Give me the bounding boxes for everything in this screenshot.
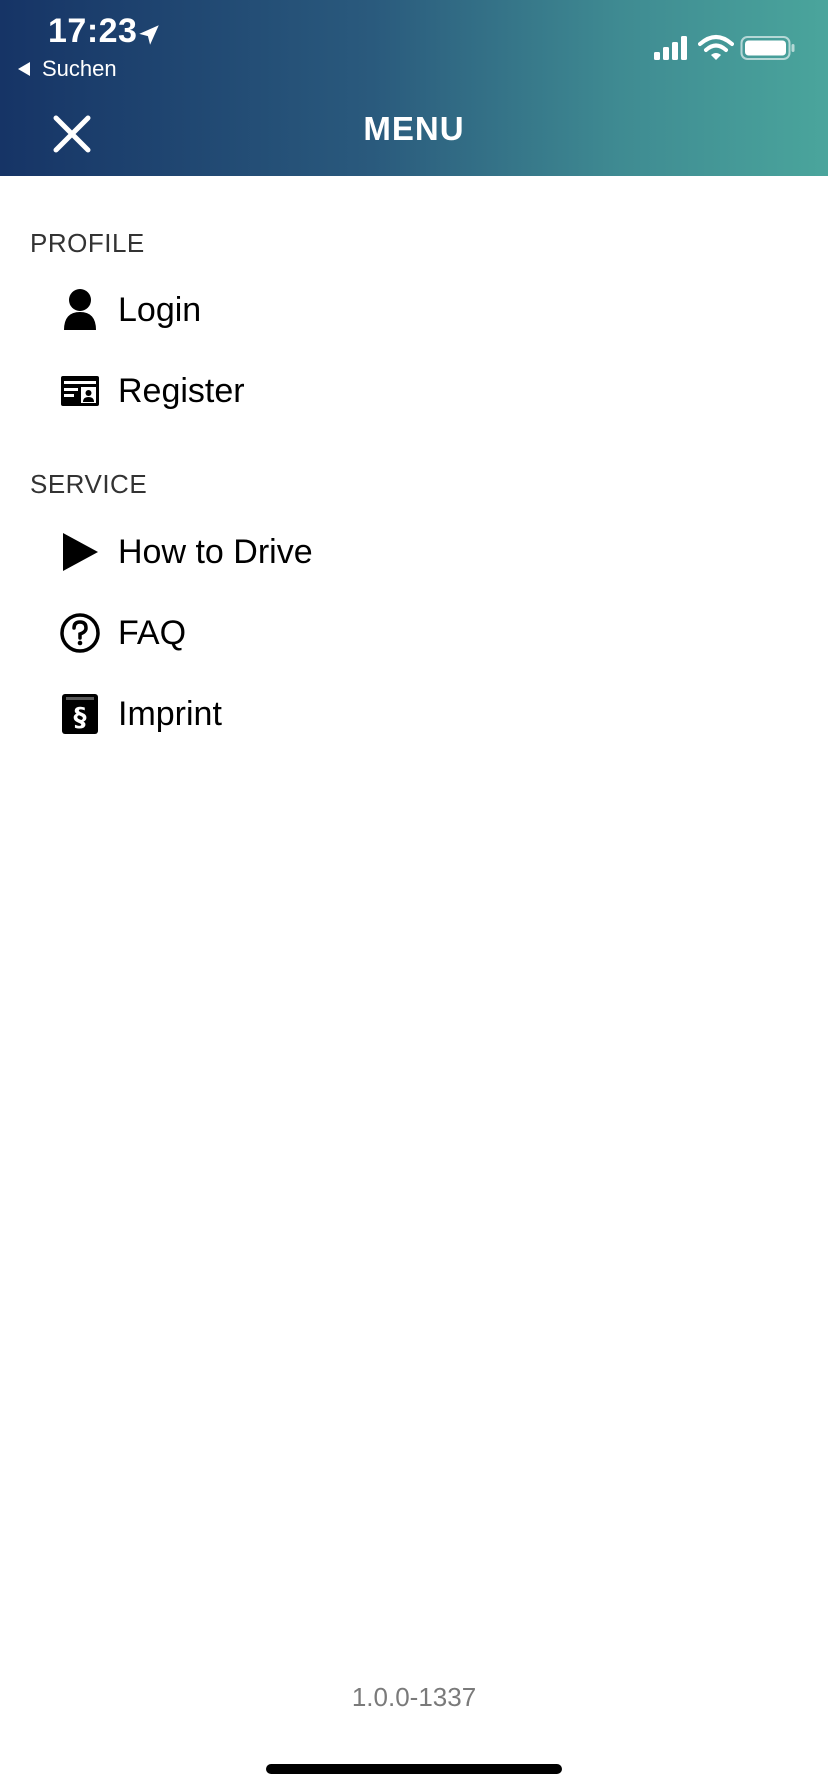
user-icon <box>58 288 102 332</box>
menu-item-label: FAQ <box>118 613 187 652</box>
back-link-label: Suchen <box>42 56 117 81</box>
wifi-icon <box>698 35 734 60</box>
menu-item-label: Register <box>118 371 245 410</box>
menu-item-register[interactable]: Register <box>58 361 245 421</box>
svg-text:§: § <box>74 703 87 733</box>
battery-icon <box>740 36 795 60</box>
menu-item-label: How to Drive <box>118 532 313 571</box>
home-indicator[interactable] <box>266 1764 562 1774</box>
menu-item-label: Login <box>118 290 202 329</box>
menu-item-how-to-drive[interactable]: How to Drive <box>58 522 313 582</box>
cellular-signal-icon <box>654 36 687 60</box>
menu-item-label: Imprint <box>118 694 222 733</box>
back-arrow-icon <box>18 62 30 76</box>
menu-item-login[interactable]: Login <box>58 280 201 340</box>
app-version: 1.0.0-1337 <box>351 1682 477 1712</box>
back-to-search-link[interactable]: Suchen <box>18 56 117 82</box>
paragraph-icon: § <box>58 692 102 736</box>
play-icon <box>58 530 102 574</box>
menu-item-faq[interactable]: FAQ <box>58 603 186 663</box>
section-label-service: SERVICE <box>30 469 148 499</box>
section-label-profile: PROFILE <box>30 228 145 258</box>
question-icon <box>58 611 102 655</box>
status-time: 17:23 <box>48 12 138 50</box>
location-arrow-icon <box>139 25 159 45</box>
header: 17:23 Suchen MENU <box>0 0 828 176</box>
menu-item-imprint[interactable]: § Imprint <box>58 684 222 744</box>
id-card-icon <box>58 369 102 413</box>
page-title: MENU <box>363 110 465 147</box>
